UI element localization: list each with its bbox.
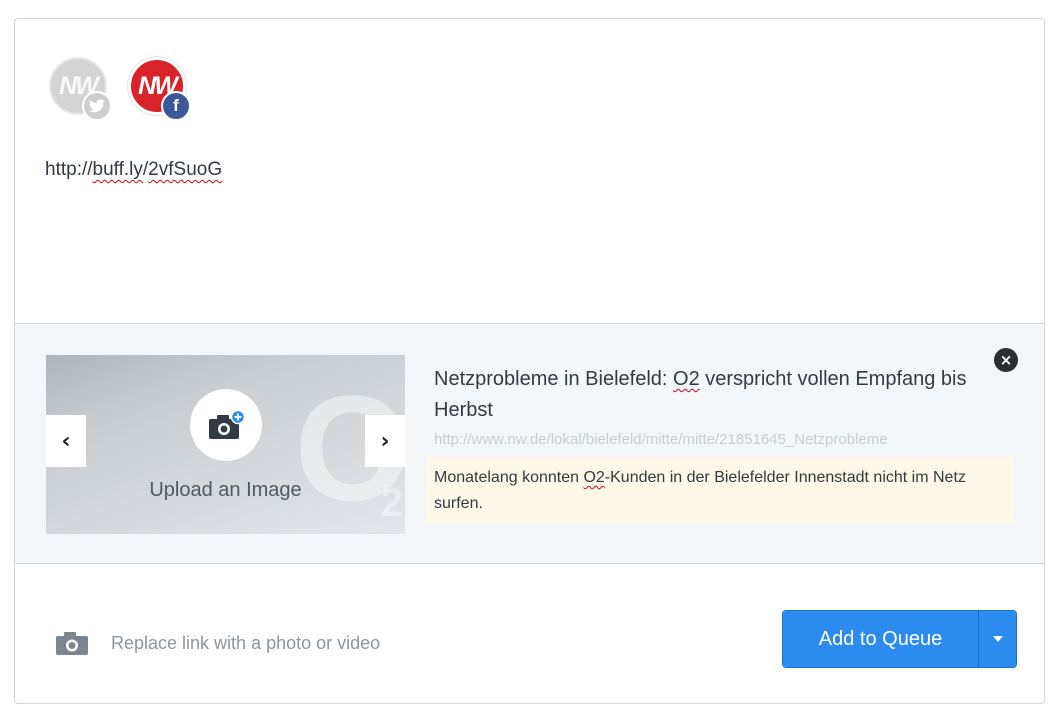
next-image-button[interactable]: ›	[365, 415, 405, 467]
remove-preview-button[interactable]: ×	[994, 348, 1018, 372]
profile-avatar-facebook[interactable]: NW f	[125, 54, 191, 121]
replace-with-media-label: Replace link with a photo or video	[111, 632, 381, 653]
profile-avatar-twitter[interactable]: NW	[46, 54, 112, 121]
preview-url: http://www.nw.de/lokal/bielefeld/mitte/m…	[434, 431, 888, 448]
upload-image-button[interactable]	[190, 389, 262, 461]
replace-with-media-link[interactable]: Replace link with a photo or video	[55, 630, 380, 656]
preview-title-spell: O2	[673, 368, 700, 390]
preview-desc-spell: O2	[583, 469, 605, 486]
facebook-f-icon: f	[161, 91, 191, 121]
close-icon: ×	[999, 350, 1013, 369]
preview-desc-before: Monatelang konnten	[434, 469, 584, 486]
post-text-prefix: http://	[45, 159, 93, 180]
add-to-queue-group: Add to Queue	[782, 610, 1017, 668]
composer-footer: Replace link with a photo or video Add t…	[15, 564, 1044, 703]
camera-icon	[55, 630, 89, 656]
preview-title[interactable]: Netzprobleme in Bielefeld: O2 verspricht…	[434, 364, 1004, 426]
camera-add-icon	[209, 410, 245, 439]
preview-thumbnail[interactable]: O 2 Upload an Image ‹ ›	[46, 355, 405, 534]
add-to-queue-button[interactable]: Add to Queue	[783, 611, 978, 667]
preview-description[interactable]: Monatelang konnten O2-Kunden in der Biel…	[426, 457, 1014, 523]
previous-image-button[interactable]: ‹	[46, 415, 86, 467]
link-preview: O 2 Upload an Image ‹ › Netzprobleme in …	[15, 323, 1044, 564]
preview-title-before: Netzprobleme in Bielefeld:	[434, 368, 674, 390]
chevron-right-icon: ›	[380, 428, 390, 454]
caret-down-icon	[992, 636, 1003, 642]
post-text-input[interactable]: http://buff.ly/2vfSuoG	[45, 159, 222, 181]
queue-options-dropdown[interactable]	[978, 611, 1016, 667]
twitter-bird-icon	[82, 91, 112, 121]
post-composer: NW NW f http://buff.ly/2vfSuoG O 2 Uploa…	[14, 18, 1045, 704]
post-text-path: 2vfSuoG	[148, 159, 223, 180]
chevron-left-icon: ‹	[61, 428, 71, 454]
post-text-domain: buff.ly	[92, 159, 143, 180]
upload-image-label: Upload an Image	[149, 479, 302, 501]
